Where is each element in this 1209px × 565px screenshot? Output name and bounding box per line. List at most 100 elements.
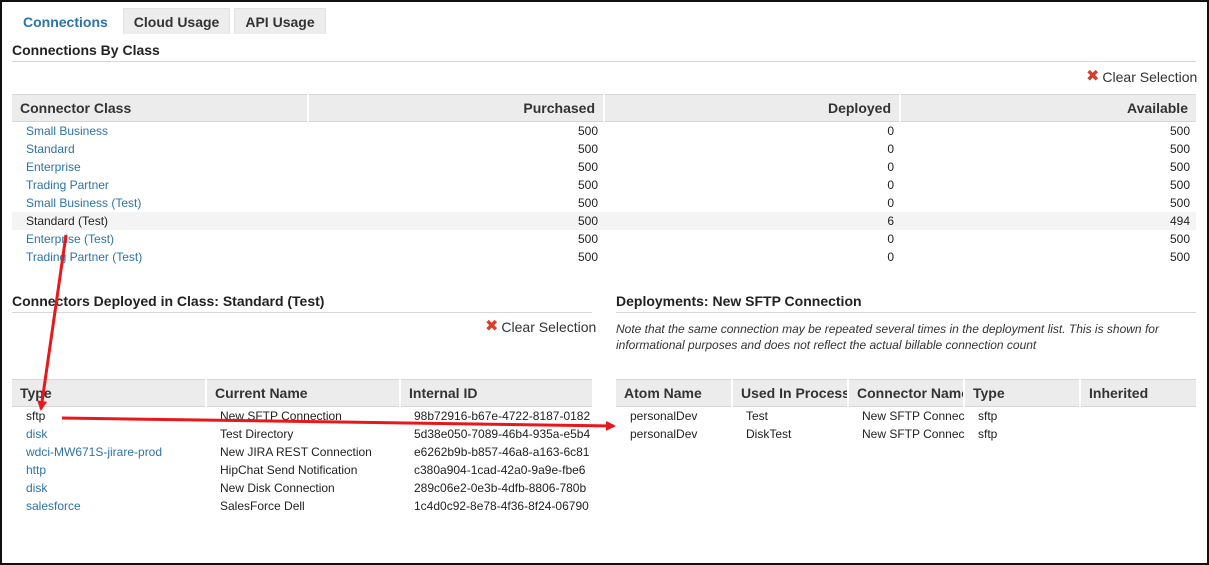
tab-cloud-usage[interactable]: Cloud Usage: [122, 8, 231, 34]
col-connector-name[interactable]: Connector Name: [848, 379, 965, 407]
deployed-count: 6: [604, 212, 900, 230]
col-type[interactable]: Type: [964, 379, 1081, 407]
available-count: 500: [1169, 142, 1190, 156]
connector-internal-id: c380a904-1cad-42a0-9a9e-fbe6: [414, 463, 586, 477]
deployments-note: Note that the same connection may be rep…: [616, 322, 1159, 352]
deployed-count: 0: [887, 232, 894, 246]
connector-name: New SFTP Connection: [862, 409, 964, 423]
connector-type: sftp: [26, 409, 46, 423]
connector-current-name: New SFTP Connection: [220, 409, 342, 423]
connector-current-name: SalesForce Dell: [220, 499, 305, 513]
tab-connections[interactable]: Connections: [12, 8, 119, 34]
inherited: [1080, 407, 1196, 426]
deployment-type: sftp: [978, 427, 998, 441]
tab-api-usage[interactable]: API Usage: [234, 8, 326, 34]
class-table-header: Connector Class Purchased Deployed Avail…: [12, 94, 1196, 122]
col-type[interactable]: Type: [12, 379, 207, 407]
clear-selection-button-class[interactable]: ✖ Clear Selection: [1086, 68, 1198, 86]
connector-internal-id: e6262b9b-b857-46a8-a163-6c81: [414, 445, 590, 459]
connector-current-name: New Disk Connection: [220, 481, 335, 495]
used-in-process: DiskTest: [746, 427, 792, 441]
deployed-count: 0: [887, 178, 894, 192]
purchased-count: 500: [577, 196, 598, 210]
deployed-count: 0: [887, 250, 894, 264]
deployed-table-row[interactable]: salesforce SalesForce Dell 1c4d0c92-8e78-4…: [12, 497, 592, 515]
deployments-table-row[interactable]: personalDev Test New SFTP Connection sftp: [616, 407, 1196, 426]
connector-class-name[interactable]: Enterprise: [12, 158, 308, 176]
deployed-count: 0: [887, 124, 894, 138]
connector-current-name: HipChat Send Notification: [220, 463, 358, 477]
purchased-count: 500: [577, 178, 598, 192]
available-count: 500: [1169, 178, 1190, 192]
purchased-count: 500: [308, 212, 604, 230]
col-current-name[interactable]: Current Name: [206, 379, 401, 407]
window-frame: Connections Cloud Usage API Usage Connec…: [0, 0, 1209, 565]
connectors-deployed-title: Connectors Deployed in Class: Standard (…: [12, 293, 592, 313]
available-count: 500: [1169, 196, 1190, 210]
connector-type[interactable]: salesforce: [12, 497, 206, 515]
deployments-title: Deployments: New SFTP Connection: [616, 293, 1196, 313]
col-internal-id[interactable]: Internal ID: [400, 379, 592, 407]
deployed-table-row[interactable]: wdci-MW671S-jirare-prod New JIRA REST Con…: [12, 443, 592, 461]
purchased-count: 500: [577, 160, 598, 174]
deployed-table-header: Type Current Name Internal ID: [12, 379, 592, 407]
tab-bar: Connections Cloud Usage API Usage: [12, 8, 330, 34]
connector-internal-id: 1c4d0c92-8e78-4f36-8f24-06790: [414, 499, 589, 513]
deployed-count: 0: [887, 142, 894, 156]
class-table-row[interactable]: Enterprise 500 0 500: [12, 158, 1196, 176]
connector-class-name[interactable]: Trading Partner: [12, 176, 308, 194]
connectors-deployed-table: Type Current Name Internal ID sftp New SF…: [12, 379, 592, 515]
col-inherited[interactable]: Inherited: [1080, 379, 1196, 407]
deployed-table-row[interactable]: disk New Disk Connection 289c06e2-0e3b-4df…: [12, 479, 592, 497]
connector-class-name[interactable]: Trading Partner (Test): [12, 248, 308, 266]
available-count: 494: [900, 212, 1196, 230]
inherited: [1080, 425, 1196, 443]
available-count: 500: [1169, 232, 1190, 246]
deployment-type: sftp: [978, 409, 998, 423]
connector-current-name: New JIRA REST Connection: [220, 445, 372, 459]
connector-type[interactable]: wdci-MW671S-jirare-prod: [12, 443, 206, 461]
class-table-row[interactable]: Small Business 500 0 500: [12, 122, 1196, 141]
col-atom-name[interactable]: Atom Name: [616, 379, 733, 407]
deployed-table-row[interactable]: disk Test Directory 5d38e050-7089-46b4-935…: [12, 425, 592, 443]
deployed-count: 0: [887, 196, 894, 210]
purchased-count: 500: [577, 232, 598, 246]
connector-internal-id: 5d38e050-7089-46b4-935a-e5b4: [414, 427, 591, 441]
atom-name: personalDev: [630, 409, 698, 423]
col-purchased[interactable]: Purchased: [308, 94, 605, 122]
available-count: 500: [1169, 160, 1190, 174]
connector-current-name: Test Directory: [220, 427, 294, 441]
col-used-in-process[interactable]: Used In Process: [732, 379, 849, 407]
deployments-table-header: Atom Name Used In Process Connector Name…: [616, 379, 1196, 407]
deployed-table-row[interactable]: sftp New SFTP Connection 98b72916-b67e-472…: [12, 407, 592, 426]
class-table-row[interactable]: Standard 500 0 500: [12, 140, 1196, 158]
connector-internal-id: 289c06e2-0e3b-4dfb-8806-780b: [414, 481, 587, 495]
col-connector-class[interactable]: Connector Class: [12, 94, 309, 122]
connector-class-name[interactable]: Small Business (Test): [12, 194, 308, 212]
class-table-row[interactable]: Standard (Test) 500 6 494: [12, 212, 1196, 230]
connector-name: New SFTP Connection: [862, 427, 964, 441]
connector-type[interactable]: http: [12, 461, 206, 479]
clear-x-icon: ✖: [485, 318, 499, 335]
deployments-table-row[interactable]: personalDev DiskTest New SFTP Connection sf…: [616, 425, 1196, 443]
clear-selection-button-deployed[interactable]: ✖ Clear Selection: [485, 318, 596, 336]
class-table-row[interactable]: Enterprise (Test) 500 0 500: [12, 230, 1196, 248]
connector-class-name[interactable]: Standard: [12, 140, 308, 158]
connector-type[interactable]: disk: [12, 479, 206, 497]
connector-internal-id: 98b72916-b67e-4722-8187-0182: [414, 409, 591, 423]
deployed-count: 0: [887, 160, 894, 174]
connector-class-name[interactable]: Small Business: [12, 122, 308, 141]
atom-name: personalDev: [630, 427, 698, 441]
col-deployed[interactable]: Deployed: [604, 94, 901, 122]
col-available[interactable]: Available: [900, 94, 1196, 122]
class-table-row[interactable]: Small Business (Test) 500 0 500: [12, 194, 1196, 212]
connector-class-name[interactable]: Enterprise (Test): [12, 230, 308, 248]
clear-selection-label: Clear Selection: [1102, 69, 1198, 85]
connector-type[interactable]: disk: [12, 425, 206, 443]
available-count: 500: [1169, 250, 1190, 264]
connections-by-class-table: Connector Class Purchased Deployed Avail…: [12, 94, 1196, 266]
class-table-row[interactable]: Trading Partner 500 0 500: [12, 176, 1196, 194]
clear-x-icon: ✖: [1086, 68, 1100, 85]
deployed-table-row[interactable]: http HipChat Send Notification c380a904-1c…: [12, 461, 592, 479]
class-table-row[interactable]: Trading Partner (Test) 500 0 500: [12, 248, 1196, 266]
